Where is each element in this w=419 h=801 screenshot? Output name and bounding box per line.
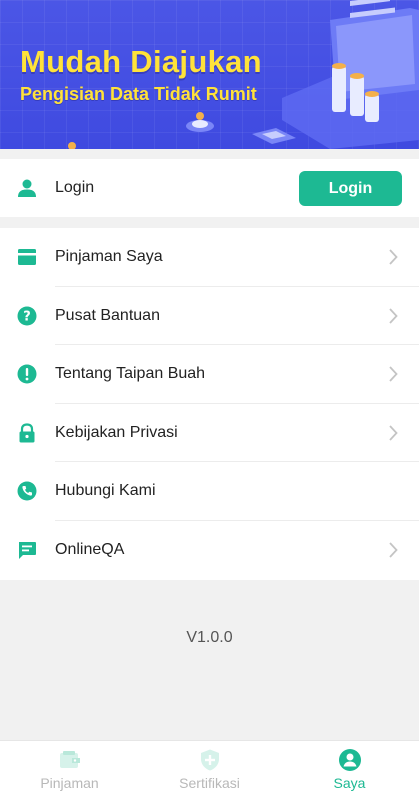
chevron-right-icon — [389, 425, 398, 441]
wallet-icon — [59, 751, 80, 768]
tab-sertifikasi[interactable]: Sertifikasi — [140, 741, 279, 801]
phone-icon — [17, 481, 37, 501]
card-icon — [18, 249, 36, 265]
menu-item-pinjaman-saya[interactable]: Pinjaman Saya — [0, 228, 419, 287]
menu-item-kebijakan-privasi[interactable]: Kebijakan Privasi — [0, 404, 419, 463]
tab-pinjaman[interactable]: Pinjaman — [0, 741, 139, 801]
menu-item-hubungi-kami[interactable]: Hubungi Kami — [0, 462, 419, 521]
banner-title: Mudah Diajukan — [20, 44, 262, 79]
banner-subtitle: Pengisian Data Tidak Rumit — [20, 84, 257, 104]
app-version: V1.0.0 — [186, 629, 233, 646]
chevron-right-icon — [389, 307, 398, 324]
bottom-tab-bar: Pinjaman Sertifikasi Saya — [0, 740, 419, 801]
user-icon — [18, 179, 36, 197]
menu-item-label: Tentang Taipan Buah — [55, 365, 206, 383]
chat-icon — [19, 541, 36, 559]
tab-label: Saya — [333, 775, 366, 791]
menu-item-label: Pinjaman Saya — [55, 248, 163, 265]
menu-item-tentang[interactable]: Tentang Taipan Buah — [0, 345, 419, 404]
menu-item-onlineqa[interactable]: OnlineQA — [0, 521, 419, 580]
tab-label: Pinjaman — [40, 775, 99, 791]
menu-item-label: Pusat Bantuan — [55, 306, 160, 324]
promo-banner: Mudah Diajukan Pengisian Data Tidak Rumi… — [0, 0, 419, 149]
help-icon: ? — [17, 306, 37, 326]
login-button[interactable]: Login — [299, 171, 402, 206]
login-card: Login Login — [0, 159, 419, 217]
menu-list: Pinjaman Saya ? Pusat Bantuan Tentang Ta… — [0, 228, 419, 580]
shield-plus-icon — [200, 749, 219, 771]
chevron-right-icon — [389, 249, 398, 265]
menu-item-pusat-bantuan[interactable]: ? Pusat Bantuan — [0, 287, 419, 346]
lock-icon — [19, 423, 35, 443]
login-label: Login — [55, 179, 95, 196]
chevron-right-icon — [389, 366, 398, 382]
menu-item-label: Kebijakan Privasi — [55, 423, 178, 441]
svg-text:?: ? — [23, 309, 31, 324]
info-icon — [17, 364, 37, 384]
profile-icon — [338, 749, 361, 771]
menu-item-label: OnlineQA — [55, 540, 125, 558]
menu-item-label: Hubungi Kami — [55, 482, 156, 500]
tab-saya[interactable]: Saya — [280, 741, 419, 801]
tab-label: Sertifikasi — [179, 775, 240, 791]
chevron-right-icon — [389, 542, 398, 558]
